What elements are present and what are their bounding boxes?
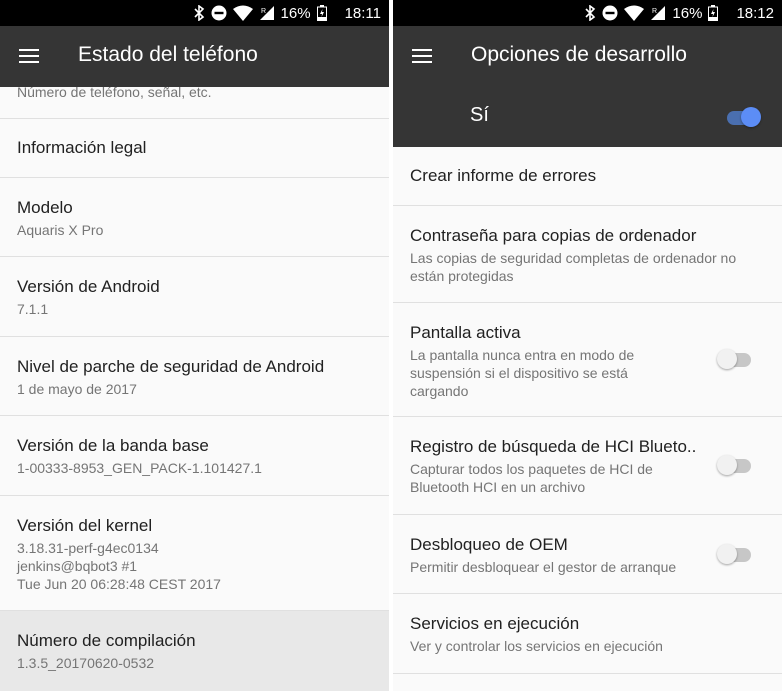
master-switch-bar[interactable]: Sí [393, 87, 782, 147]
item-title: Crear informe de errores [410, 166, 597, 185]
list-item-hci-snoop-log[interactable]: Registro de búsqueda de HCI Blueto.. Cap… [393, 417, 782, 515]
item-subtitle: La pantalla nunca entra en modo de suspe… [410, 347, 635, 399]
bluetooth-icon [193, 5, 204, 21]
hamburger-menu-icon[interactable] [17, 46, 41, 66]
item-title: Pantalla activa [410, 323, 521, 342]
bluetooth-icon [585, 5, 596, 21]
item-title: Número de compilación [17, 631, 196, 650]
app-bar: Opciones de desarrollo [393, 26, 782, 87]
item-subtitle: Número de teléfono, señal, etc. [17, 84, 212, 100]
list-item-backup-password[interactable]: Contraseña para copias de ordenador Las … [393, 206, 782, 303]
status-bar: R 16% 18:12 [393, 0, 782, 26]
svg-text:R: R [261, 8, 266, 15]
item-title: Modelo [17, 198, 73, 217]
item-subtitle: Aquaris X Pro [17, 222, 104, 238]
phone-status-screen: R 16% 18:11 Estado del teléfono Número d… [0, 0, 389, 691]
page-title: Estado del teléfono [78, 43, 258, 66]
battery-percentage: 16% [672, 4, 703, 22]
list-item-stay-awake[interactable]: Pantalla activa La pantalla nunca entra … [393, 303, 782, 417]
battery-percentage: 16% [280, 4, 311, 22]
item-title: Información legal [17, 138, 147, 157]
list-item-running-services[interactable]: Servicios en ejecución Ver y controlar l… [393, 594, 782, 674]
item-title: Versión del kernel [17, 516, 153, 535]
master-switch-label: Sí [470, 104, 489, 126]
item-subtitle: Ver y controlar los servicios en ejecuci… [410, 638, 663, 654]
item-title: Nivel de parche de seguridad de Android [17, 357, 325, 376]
wifi-icon [232, 5, 253, 21]
item-title: Versión de Android [17, 277, 160, 296]
status-bar: R 16% 18:11 [0, 0, 389, 26]
clock-time: 18:11 [344, 4, 381, 22]
list-item-kernel-version[interactable]: Versión del kernel 3.18.31-perf-g4ec0134… [0, 496, 389, 611]
list-item-phone-status[interactable]: Número de teléfono, señal, etc. [0, 84, 389, 119]
list-item-bug-report[interactable]: Crear informe de errores [393, 147, 782, 206]
item-subtitle: 1.3.5_20170620-0532 [17, 655, 155, 671]
hci-snoop-log-toggle[interactable] [717, 453, 753, 477]
do-not-disturb-icon [602, 5, 618, 21]
item-title: Versión de la banda base [17, 436, 209, 455]
page-title: Opciones de desarrollo [471, 43, 687, 66]
item-title: Contraseña para copias de ordenador [410, 226, 697, 245]
cellular-signal-icon: R [259, 6, 274, 20]
list-item-legal-info[interactable]: Información legal [0, 119, 389, 178]
item-subtitle: 1-00333-8953_GEN_PACK-1.101427.1 [17, 460, 262, 476]
battery-charging-icon [708, 5, 719, 21]
clock-time: 18:12 [736, 4, 774, 22]
stay-awake-toggle[interactable] [717, 347, 753, 371]
cellular-signal-icon: R [651, 6, 666, 20]
wifi-icon [624, 5, 645, 21]
list-item-android-version[interactable]: Versión de Android 7.1.1 [0, 257, 389, 337]
list-item-oem-unlock[interactable]: Desbloqueo de OEM Permitir desbloquear e… [393, 515, 782, 594]
oem-unlock-toggle[interactable] [717, 542, 753, 566]
item-title: Desbloqueo de OEM [410, 535, 568, 554]
developer-options-screen: R 16% 18:12 Opciones de desarrollo Sí Cr… [393, 0, 782, 691]
list-item-baseband-version[interactable]: Versión de la banda base 1-00333-8953_GE… [0, 416, 389, 496]
item-subtitle: 7.1.1 [17, 301, 49, 317]
hamburger-menu-icon[interactable] [410, 46, 434, 66]
list-item-build-number[interactable]: Número de compilación 1.3.5_20170620-053… [0, 611, 389, 691]
item-subtitle: Capturar todos los paquetes de HCI de Bl… [410, 461, 653, 495]
item-title: Registro de búsqueda de HCI Blueto.. [410, 437, 697, 456]
developer-options-toggle[interactable] [725, 105, 761, 129]
battery-charging-icon [316, 5, 327, 21]
do-not-disturb-icon [211, 5, 227, 21]
item-title: Servicios en ejecución [410, 614, 580, 633]
item-subtitle: Las copias de seguridad completas de ord… [410, 250, 737, 284]
item-subtitle: Permitir desbloquear el gestor de arranq… [410, 559, 677, 575]
svg-text:R: R [652, 8, 657, 15]
item-subtitle: 3.18.31-perf-g4ec0134 jenkins@bqbot3 #1 … [17, 540, 221, 592]
app-bar: Estado del teléfono [0, 26, 389, 87]
item-subtitle: 1 de mayo de 2017 [17, 381, 137, 397]
list-item-model[interactable]: Modelo Aquaris X Pro [0, 178, 389, 257]
list-item-security-patch-level[interactable]: Nivel de parche de seguridad de Android … [0, 337, 389, 416]
